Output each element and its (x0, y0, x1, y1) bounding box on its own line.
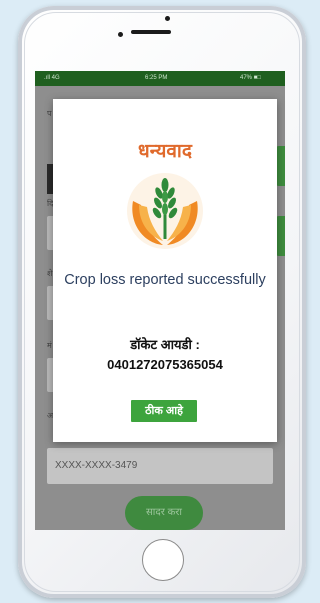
bg-field-label: प (47, 109, 52, 118)
sensor-icon (118, 32, 123, 37)
ok-button[interactable]: ठीक आहे (131, 400, 197, 422)
success-message: Crop loss reported successfully (64, 272, 266, 288)
front-camera-icon (165, 16, 170, 21)
docket-id-value: 0401272075365054 (107, 357, 223, 372)
status-time: 6:25 PM (145, 75, 168, 81)
wheat-sheaf-in-hands-icon (127, 173, 203, 249)
submit-button: सादर करा (125, 496, 203, 530)
bg-field-label: मं (47, 341, 52, 350)
home-button[interactable] (142, 539, 184, 581)
status-bar: .ıll 4G 6:25 PM 47% ■□ (35, 71, 285, 86)
aadhaar-value: XXXX-XXXX-3479 (55, 460, 138, 471)
earpiece-speaker (131, 30, 171, 34)
aadhaar-field: XXXX-XXXX-3479 (47, 448, 273, 484)
battery-indicator: 47% ■□ (240, 75, 261, 81)
success-dialog: धन्यवाद Crop loss reported successfully … (53, 99, 277, 442)
docket-id-label: डॉकेट आयडी : (130, 337, 200, 352)
network-signal: .ıll 4G (44, 75, 60, 81)
dialog-title: धन्यवाद (138, 141, 192, 162)
bg-field-label: शे (47, 269, 53, 278)
